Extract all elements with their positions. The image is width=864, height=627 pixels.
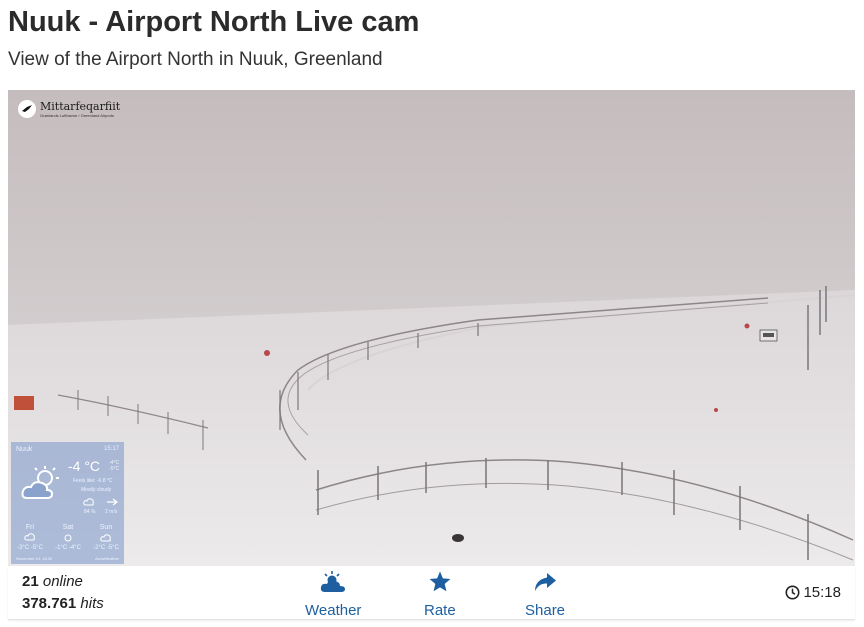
widget-updated: November 14, 15:30 bbox=[16, 556, 53, 561]
airport-logo: Mittarfeqarfiit Grønlands Lufthavne / Gr… bbox=[18, 100, 120, 118]
widget-humidity: 84 % bbox=[84, 509, 96, 515]
widget-hilo: -4°C -5°C bbox=[109, 460, 119, 472]
widget-time: 15:17 bbox=[103, 446, 119, 452]
widget-low: -5°C bbox=[109, 466, 120, 472]
online-label: online bbox=[42, 573, 83, 590]
weather-icon bbox=[320, 568, 346, 596]
page-title: Nuuk - Airport North Live cam bbox=[8, 6, 420, 38]
widget-condition: Mostly cloudy bbox=[81, 487, 112, 493]
rate-button[interactable]: Rate bbox=[424, 568, 456, 619]
widget-temperature: -4 °C bbox=[68, 458, 101, 474]
logo-name: Mittarfeqarfiit bbox=[40, 99, 121, 113]
airport-scene bbox=[8, 90, 855, 566]
bird-icon bbox=[18, 100, 36, 118]
online-stat: 21 online bbox=[22, 573, 83, 590]
forecast-day: Sun -2°C -5°C bbox=[91, 524, 121, 551]
clock-icon bbox=[785, 585, 800, 600]
wind-icon bbox=[106, 496, 120, 508]
forecast-temps: -1°C -4°C bbox=[55, 545, 81, 551]
forecast-temps: -2°C -5°C bbox=[93, 545, 119, 551]
clock-time: 15:18 bbox=[803, 584, 841, 601]
partly-cloudy-icon bbox=[21, 466, 63, 504]
hits-stat: 378.761 hits bbox=[22, 595, 104, 612]
webcam-image[interactable]: Mittarfeqarfiit Grønlands Lufthavne / Gr… bbox=[8, 90, 855, 566]
online-count: 21 bbox=[22, 573, 39, 590]
weather-button[interactable]: Weather bbox=[305, 568, 361, 619]
weather-widget[interactable]: Nuuk 15:17 -4 °C -4°C -5°C Feels like: -… bbox=[11, 442, 124, 564]
clock: 15:18 bbox=[785, 584, 841, 601]
cam-info-bar: 21 online 378.761 hits Weather Rate Shar… bbox=[8, 566, 855, 620]
accuweather-logo: AccuWeather bbox=[95, 556, 119, 561]
share-label: Share bbox=[525, 602, 566, 619]
forecast-day: Sat -1°C -4°C bbox=[53, 524, 83, 551]
forecast-day: Fri -3°C -5°C bbox=[15, 524, 45, 551]
page-subtitle: View of the Airport North in Nuuk, Green… bbox=[8, 49, 383, 70]
rate-label: Rate bbox=[424, 602, 456, 619]
weather-label: Weather bbox=[305, 602, 362, 619]
widget-feels-like: Feels like: -6.8 °C bbox=[73, 478, 113, 484]
forecast-day-label: Sat bbox=[62, 524, 74, 531]
forecast-day-label: Fri bbox=[25, 524, 35, 531]
sun-icon bbox=[53, 533, 83, 545]
widget-wind: 2 m/s bbox=[105, 509, 118, 515]
hits-label: hits bbox=[80, 595, 104, 612]
star-icon bbox=[428, 568, 452, 596]
share-icon bbox=[533, 568, 557, 596]
forecast-temps: -3°C -5°C bbox=[17, 545, 43, 551]
share-button[interactable]: Share bbox=[525, 568, 565, 619]
humidity-icon bbox=[83, 496, 95, 508]
logo-tagline: Grønlands Lufthavne / Greenland Airports bbox=[40, 112, 115, 118]
hits-count: 378.761 bbox=[22, 595, 77, 612]
snow-cloud-icon bbox=[15, 533, 45, 545]
widget-location: Nuuk bbox=[16, 446, 33, 453]
forecast-day-label: Sun bbox=[99, 524, 113, 531]
cloud-icon bbox=[91, 533, 121, 545]
